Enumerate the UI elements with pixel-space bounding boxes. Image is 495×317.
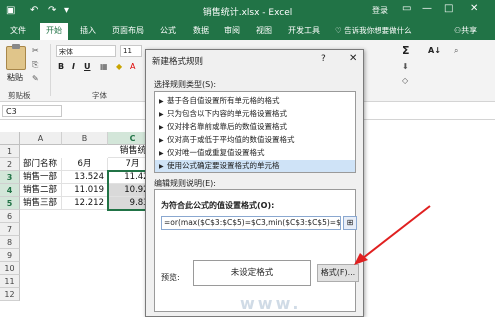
annotation-arrow-line [362,205,431,259]
annotation-arrow [354,205,431,265]
watermark: www. [240,294,302,313]
